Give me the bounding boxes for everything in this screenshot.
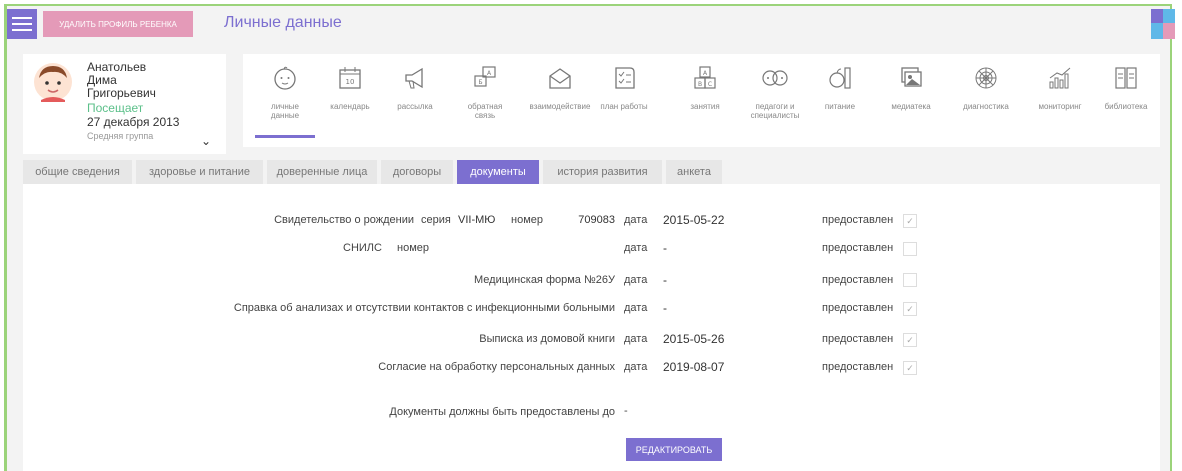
date-label: дата xyxy=(624,214,648,226)
delete-profile-button[interactable]: УДАЛИТЬ ПРОФИЛЬ РЕБЕНКА xyxy=(43,11,193,37)
date-label: дата xyxy=(624,333,648,345)
nav-item-interaction[interactable]: взаимодействие xyxy=(520,54,600,140)
megaphone-icon xyxy=(405,67,423,89)
number-value: 709083 xyxy=(578,214,615,226)
nav-item-monitoring[interactable]: мониторинг xyxy=(1025,54,1095,140)
book-icon xyxy=(1115,67,1137,89)
provided-label: предоставлен xyxy=(822,274,894,286)
nav-item-classes[interactable]: ABC занятия xyxy=(675,54,735,140)
analysis-label: Справка об анализах и отсутствии контакт… xyxy=(233,302,615,314)
tab-documents[interactable]: документы xyxy=(457,160,539,184)
consent-label: Согласие на обработку персональных данны… xyxy=(378,361,615,373)
tab-general-info[interactable]: общие сведения xyxy=(23,160,132,184)
group-name: Средняя группа xyxy=(87,131,154,141)
tab-health[interactable]: здоровье и питание xyxy=(136,160,263,184)
hamburger-icon xyxy=(12,17,32,19)
bar-chart-icon xyxy=(1049,67,1071,89)
birth-cert-date: 2015-05-22 xyxy=(663,213,725,227)
svg-text:C: C xyxy=(708,81,712,88)
media-icon xyxy=(901,67,922,87)
checklist-icon xyxy=(615,67,635,89)
analysis-date: - xyxy=(663,301,667,315)
snils-date: - xyxy=(663,241,667,255)
nav-item-food[interactable]: питание xyxy=(810,54,870,140)
app-logo xyxy=(1151,9,1175,39)
documents-panel: Свидетельство о рождении серия VII-МЮ но… xyxy=(23,184,1160,471)
series-value: VII-МЮ xyxy=(458,214,496,226)
baby-face-icon xyxy=(274,66,296,90)
date-label: дата xyxy=(624,242,648,254)
web-icon xyxy=(975,67,997,89)
deadline-label: Документы должны быть предоставлены до xyxy=(389,406,615,418)
nav-item-mailing[interactable]: рассылка xyxy=(385,54,445,140)
svg-text:10: 10 xyxy=(346,78,355,86)
birth-date: 27 декабря 2013 xyxy=(87,115,180,129)
nav-item-media[interactable]: медиатека xyxy=(881,54,941,140)
provided-label: предоставлен xyxy=(822,333,894,345)
snils-number-label: номер xyxy=(397,242,429,254)
provided-label: предоставлен xyxy=(822,214,894,226)
nav-item-feedback[interactable]: AБ обратная связь xyxy=(455,54,515,140)
date-label: дата xyxy=(624,274,648,286)
edit-button[interactable]: РЕДАКТИРОВАТЬ xyxy=(626,438,722,461)
analysis-provided-checkbox[interactable]: ✓ xyxy=(903,302,917,316)
number-label: номер xyxy=(511,214,543,226)
med-form-provided-checkbox[interactable] xyxy=(903,273,917,287)
birth-cert-provided-checkbox[interactable]: ✓ xyxy=(903,214,917,228)
house-book-label: Выписка из домовой книги xyxy=(479,333,615,345)
nav-item-personal-data[interactable]: личные данные xyxy=(255,54,315,140)
attendance-status: Посещает xyxy=(87,101,144,115)
calendar-icon: 10 xyxy=(339,67,361,89)
svg-text:A: A xyxy=(487,70,492,77)
child-name: Анатольев Дима Григорьевич xyxy=(87,60,156,100)
deadline-value: - xyxy=(624,405,628,417)
section-nav: личные данные 10 календарь рассылка AБ о… xyxy=(243,54,1160,147)
med-form-label: Медицинская форма №26У xyxy=(474,274,615,286)
nav-item-work-plan[interactable]: план работы xyxy=(594,54,654,140)
svg-text:Б: Б xyxy=(478,79,482,86)
date-label: дата xyxy=(624,361,648,373)
page-title: Личные данные xyxy=(224,14,342,31)
svg-text:A: A xyxy=(703,70,708,77)
house-book-date: 2015-05-26 xyxy=(663,332,725,346)
active-nav-indicator xyxy=(255,135,315,138)
nav-item-teachers[interactable]: педагоги и специалисты xyxy=(737,54,813,140)
food-icon xyxy=(829,67,851,89)
nav-item-diagnostics[interactable]: диагностика xyxy=(951,54,1021,140)
tab-questionnaire[interactable]: анкета xyxy=(666,160,722,184)
profile-card: Анатольев Дима Григорьевич Посещает 27 д… xyxy=(23,54,226,154)
provided-label: предоставлен xyxy=(822,302,894,314)
envelope-icon xyxy=(549,68,571,89)
snils-label: СНИЛС xyxy=(343,242,382,254)
teachers-icon xyxy=(762,70,788,86)
feedback-icon: AБ xyxy=(474,66,496,87)
nav-item-library[interactable]: библиотека xyxy=(1095,54,1157,140)
nav-item-calendar[interactable]: 10 календарь xyxy=(320,54,380,140)
chevron-down-icon[interactable]: ⌄ xyxy=(201,134,211,148)
series-label: серия xyxy=(421,214,451,226)
child-avatar xyxy=(34,63,72,102)
house-book-provided-checkbox[interactable]: ✓ xyxy=(903,333,917,347)
provided-label: предоставлен xyxy=(822,242,894,254)
tab-contracts[interactable]: договоры xyxy=(381,160,453,184)
birth-cert-label: Свидетельство о рождении xyxy=(274,214,414,226)
date-label: дата xyxy=(624,302,648,314)
blocks-icon: AB C xyxy=(694,66,716,89)
tab-development-history[interactable]: история развития xyxy=(543,160,662,184)
menu-button[interactable] xyxy=(7,9,37,39)
provided-label: предоставлен xyxy=(822,361,894,373)
tab-trusted-persons[interactable]: доверенные лица xyxy=(267,160,377,184)
consent-provided-checkbox[interactable]: ✓ xyxy=(903,361,917,375)
snils-provided-checkbox[interactable] xyxy=(903,242,917,256)
med-form-date: - xyxy=(663,273,667,287)
svg-text:B: B xyxy=(698,81,702,88)
consent-date: 2019-08-07 xyxy=(663,360,725,374)
